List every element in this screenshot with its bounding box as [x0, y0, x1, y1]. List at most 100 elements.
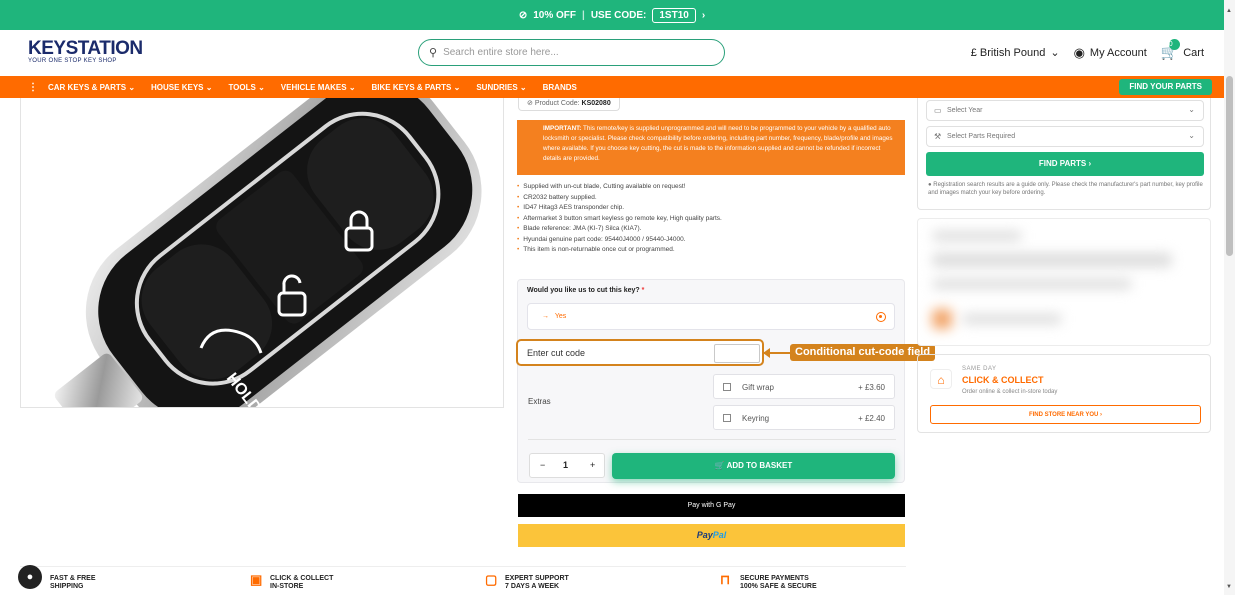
list-item: CR2032 battery supplied. [517, 193, 907, 204]
page-scrollbar[interactable]: ▲ ▼ [1224, 0, 1235, 595]
list-item: This item is non-returnable once cut or … [517, 245, 907, 256]
list-item: Aftermarket 3 button smart keyless go re… [517, 214, 907, 225]
quantity-value[interactable]: 1 [563, 460, 568, 470]
find-parts-button[interactable]: FIND PARTS › [926, 152, 1204, 176]
nav-tools[interactable]: TOOLS ⌄ [228, 83, 264, 92]
nav-label: VEHICLE MAKES [280, 82, 347, 92]
chevron-down-icon: ⌄ [1188, 105, 1195, 114]
promo-separator: | [582, 9, 585, 21]
chevron-down-icon: ⌄ [1050, 47, 1060, 59]
nav-house-keys[interactable]: HOUSE KEYS ⌄ [151, 83, 212, 92]
important-label: IMPORTANT: [543, 125, 582, 132]
nav-sundries[interactable]: SUNDRIES ⌄ [476, 83, 526, 92]
promo-bar[interactable]: ⊘ 10% OFF | USE CODE: 1ST10 › [0, 0, 1224, 30]
paypal-button[interactable]: PayPal [518, 524, 905, 547]
currency-select[interactable]: £ British Pound ⌄ [971, 46, 1060, 60]
cookie-icon: ● [26, 571, 34, 583]
cut-key-question: Would you like us to cut this key? * [527, 287, 644, 294]
list-item: ID47 Hitag3 AES transponder chip. [517, 203, 907, 214]
product-image-panel[interactable]: HOLD [20, 98, 504, 408]
product-code-value: KS02080 [581, 100, 611, 107]
divider [528, 439, 896, 440]
feature-shipping: FAST & FREE SHIPPING [50, 575, 96, 591]
nav-vehicle-makes[interactable]: VEHICLE MAKES ⌄ [281, 83, 356, 92]
arrow-right-icon: → [542, 313, 549, 320]
same-day-label: SAME DAY [962, 366, 997, 372]
promo-code: 1ST10 [652, 7, 696, 23]
feature-support: ▢ EXPERT SUPPORT 7 DAYS A WEEK [485, 573, 569, 591]
nav-bike-keys[interactable]: BIKE KEYS & PARTS ⌄ [372, 83, 461, 92]
nav-label: HOUSE KEYS [151, 82, 204, 92]
account-link[interactable]: ◉ My Account [1074, 45, 1147, 61]
account-label: My Account [1089, 46, 1147, 59]
extras-label: Extras [528, 397, 551, 406]
site-logo[interactable]: KEYSTATION YOUR ONE STOP KEY SHOP [28, 39, 143, 64]
cart-count: 0 [1168, 39, 1180, 50]
list-item: Supplied with un-cut blade, Cutting avai… [517, 182, 907, 193]
yes-label: → Yes [542, 313, 566, 320]
nav-label: TOOLS [228, 82, 256, 92]
yes-text: Yes [554, 313, 567, 320]
find-your-parts-button[interactable]: FIND YOUR PARTS [1119, 79, 1212, 95]
calendar-icon: ▭ [934, 106, 942, 115]
select-year[interactable]: ▭ Select Year ⌄ [926, 100, 1204, 121]
store-icon: ▣ [250, 572, 263, 587]
select-parts-label: Select Parts Required [947, 133, 1016, 140]
header-actions: £ British Pound ⌄ ◉ My Account 🛒 0 Cart [971, 39, 1204, 61]
minus-button[interactable]: − [540, 460, 545, 470]
list-item: Hyundai genuine part code: 95440J4000 / … [517, 235, 907, 246]
extra-keyring[interactable]: Keyring + £2.40 [713, 405, 895, 430]
tag-icon: ⊘ [527, 100, 533, 107]
scroll-down-icon[interactable]: ▼ [1226, 584, 1232, 590]
product-code-label: Product Code: [534, 100, 580, 107]
plus-button[interactable]: + [590, 460, 595, 470]
extra-gift-wrap[interactable]: Gift wrap + £3.60 [713, 374, 895, 399]
user-icon: ◉ [1073, 44, 1085, 60]
nav-label: SUNDRIES [476, 82, 518, 92]
feature-secure: ⊓ SECURE PAYMENTS 100% SAFE & SECURE [720, 573, 817, 591]
keyring-checkbox[interactable] [723, 414, 731, 422]
select-parts[interactable]: ⚒ Select Parts Required ⌄ [926, 126, 1204, 147]
scrollbar-thumb[interactable] [1226, 76, 1233, 256]
required-marker: * [641, 287, 645, 294]
click-collect-title: CLICK & COLLECT [962, 375, 1044, 385]
yes-radio[interactable] [876, 312, 886, 322]
feature-subtitle: 7 DAYS A WEEK [505, 583, 560, 590]
quantity-stepper[interactable]: − 1 + [529, 453, 605, 478]
tag-icon: ⊘ [518, 9, 528, 21]
features-strip: FAST & FREE SHIPPING ▣ CLICK & COLLECT IN-S… [20, 566, 906, 595]
nav-brands[interactable]: BRANDS [543, 83, 577, 92]
info-icon: ● [928, 182, 932, 188]
annotation-label: Conditional cut-code field [790, 344, 936, 361]
feature-click-collect: ▣ CLICK & COLLECT IN-STORE [250, 573, 334, 591]
menu-dots-icon[interactable]: ⋮ [28, 82, 38, 93]
search-placeholder: Search entire store here... [443, 47, 559, 58]
registration-note: ● Registration search results are a guid… [928, 181, 1206, 197]
annotation-arrow [764, 352, 790, 354]
feature-title: EXPERT SUPPORT [505, 575, 569, 582]
feature-subtitle: IN-STORE [270, 583, 304, 590]
google-pay-button[interactable]: Pay with G Pay [518, 494, 905, 517]
cut-option-yes[interactable]: → Yes [527, 303, 895, 330]
find-store-button[interactable]: FIND STORE NEAR YOU › [930, 405, 1201, 424]
feature-title: SECURE PAYMENTS [740, 575, 809, 582]
add-to-basket-button[interactable]: 🛒 ADD TO BASKET [612, 453, 895, 479]
nav-car-keys[interactable]: CAR KEYS & PARTS ⌄ [48, 83, 135, 92]
cart-label: Cart [1183, 46, 1204, 59]
cookie-settings-button[interactable]: ● [18, 565, 42, 589]
blurred-panel [917, 218, 1211, 346]
gift-wrap-checkbox[interactable] [723, 383, 731, 391]
cut-code-input[interactable] [714, 344, 760, 363]
important-notice: IMPORTANT: This remote/key is supplied u… [517, 120, 905, 175]
scroll-up-icon[interactable]: ▲ [1226, 8, 1232, 14]
search-icon: ⚲ [429, 47, 438, 59]
nav-label: CAR KEYS & PARTS [48, 82, 127, 92]
feature-title: CLICK & COLLECT [270, 575, 334, 582]
chevron-right-icon[interactable]: › [702, 10, 705, 21]
search-input[interactable]: ⚲ Search entire store here... [418, 39, 725, 66]
cart-link[interactable]: 🛒 0 Cart [1161, 39, 1204, 61]
extra-price: + £2.40 [858, 414, 885, 423]
add-to-basket-label: ADD TO BASKET [726, 461, 793, 470]
cut-code-row: Enter cut code [516, 339, 764, 366]
extra-name: Gift wrap [742, 383, 775, 392]
